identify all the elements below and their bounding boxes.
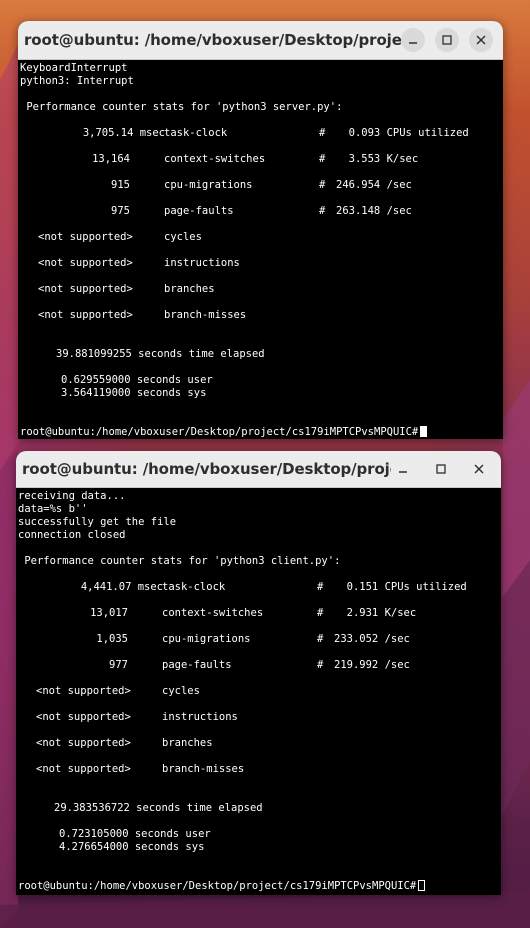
stat-event: task-clock	[162, 581, 226, 593]
user-time: 0.723105000 seconds user	[59, 828, 211, 840]
stat-hash: #	[317, 607, 324, 619]
output-line: KeyboardInterrupt	[20, 62, 128, 74]
stat-value: <not supported>	[38, 283, 133, 295]
elapsed-time: 39.881099255 seconds time elapsed	[56, 348, 265, 360]
stat-comment: 233.052 /sec	[334, 633, 410, 645]
terminal-output[interactable]: KeyboardInterrupt python3: Interrupt Per…	[18, 60, 503, 439]
stat-hash: #	[319, 127, 326, 139]
stat-event: branch-misses	[162, 763, 245, 775]
perf-header: Performance counter stats for 'python3 c…	[18, 555, 341, 567]
stat-event: cycles	[164, 231, 202, 243]
output-line: connection closed	[18, 529, 126, 541]
stat-event: page-faults	[162, 659, 232, 671]
stat-value: 975	[111, 205, 130, 217]
maximize-button[interactable]	[429, 457, 453, 481]
prompt-text: root@ubuntu:/home/vboxuser/Desktop/proje…	[18, 880, 417, 892]
output-line: data=%s b''	[18, 503, 88, 515]
stat-comment: 2.931 K/sec	[334, 607, 417, 619]
stat-hash: #	[319, 205, 326, 217]
stat-event: cpu-migrations	[162, 633, 251, 645]
maximize-icon	[436, 464, 446, 474]
stat-value: 3,705.14 msec	[82, 127, 165, 139]
stat-event: context-switches	[162, 607, 264, 619]
stat-event: branches	[162, 737, 213, 749]
stat-event: context-switches	[164, 153, 266, 165]
minimize-button[interactable]	[391, 457, 415, 481]
sys-time: 4.276654000 seconds sys	[59, 841, 205, 853]
stat-value: 13,164	[92, 153, 130, 165]
sys-time: 3.564119000 seconds sys	[61, 387, 207, 399]
stat-comment: 263.148 /sec	[336, 205, 412, 217]
stat-event: cpu-migrations	[164, 179, 253, 191]
minimize-icon	[399, 471, 407, 473]
output-line: successfully get the file	[18, 516, 177, 528]
stat-hash: #	[317, 659, 324, 671]
stat-value: <not supported>	[38, 231, 133, 243]
stat-value: <not supported>	[38, 309, 133, 321]
stat-comment: 0.093 CPUs utilized	[336, 127, 469, 139]
stat-value: 4,441.07 msec	[80, 581, 163, 593]
terminal-window-client[interactable]: root@ubuntu: /home/vboxuser/Desktop/proj…	[16, 451, 501, 895]
window-title: root@ubuntu: /home/vboxuser/Desktop/proj…	[24, 31, 401, 49]
shell-prompt: root@ubuntu:/home/vboxuser/Desktop/proje…	[18, 880, 426, 893]
close-button[interactable]	[467, 457, 491, 481]
stat-comment: 219.992 /sec	[334, 659, 410, 671]
close-button[interactable]	[469, 28, 493, 52]
window-titlebar[interactable]: root@ubuntu: /home/vboxuser/Desktop/proj…	[16, 451, 501, 488]
stat-value: <not supported>	[38, 257, 133, 269]
window-titlebar[interactable]: root@ubuntu: /home/vboxuser/Desktop/proj…	[18, 21, 503, 60]
stat-value: <not supported>	[36, 737, 131, 749]
stat-event: branches	[164, 283, 215, 295]
minimize-button[interactable]	[401, 28, 425, 52]
terminal-output[interactable]: receiving data... data=%s b'' successful…	[16, 488, 501, 895]
text-cursor	[418, 880, 426, 891]
stat-event: cycles	[162, 685, 200, 697]
stat-value: <not supported>	[36, 685, 131, 697]
stat-value: 13,017	[90, 607, 128, 619]
stat-hash: #	[317, 581, 324, 593]
close-icon	[476, 35, 486, 45]
stat-value: <not supported>	[36, 711, 131, 723]
stat-hash: #	[319, 179, 326, 191]
shell-prompt: root@ubuntu:/home/vboxuser/Desktop/proje…	[20, 426, 428, 439]
close-icon	[474, 464, 484, 474]
stat-hash: #	[317, 633, 324, 645]
terminal-window-server[interactable]: root@ubuntu: /home/vboxuser/Desktop/proj…	[18, 21, 503, 439]
stat-comment: 3.553 K/sec	[336, 153, 419, 165]
maximize-icon	[442, 35, 452, 45]
stat-event: branch-misses	[164, 309, 247, 321]
stat-event: instructions	[164, 257, 240, 269]
output-line: receiving data...	[18, 490, 126, 502]
stat-event: instructions	[162, 711, 238, 723]
stat-value: 1,035	[96, 633, 128, 645]
stat-value: 977	[109, 659, 128, 671]
stat-value: 915	[111, 179, 130, 191]
stat-event: page-faults	[164, 205, 234, 217]
minimize-icon	[409, 42, 417, 44]
stat-comment: 0.151 CPUs utilized	[334, 581, 467, 593]
elapsed-time: 29.383536722 seconds time elapsed	[54, 802, 263, 814]
stat-comment: 246.954 /sec	[336, 179, 412, 191]
text-cursor	[420, 426, 428, 437]
window-title: root@ubuntu: /home/vboxuser/Desktop/proj…	[22, 460, 391, 478]
stat-value: <not supported>	[36, 763, 131, 775]
output-line: python3: Interrupt	[20, 75, 134, 87]
perf-header: Performance counter stats for 'python3 s…	[20, 101, 343, 113]
stat-hash: #	[319, 153, 326, 165]
prompt-text: root@ubuntu:/home/vboxuser/Desktop/proje…	[20, 426, 419, 438]
maximize-button[interactable]	[435, 28, 459, 52]
user-time: 0.629559000 seconds user	[61, 374, 213, 386]
stat-event: task-clock	[164, 127, 228, 139]
